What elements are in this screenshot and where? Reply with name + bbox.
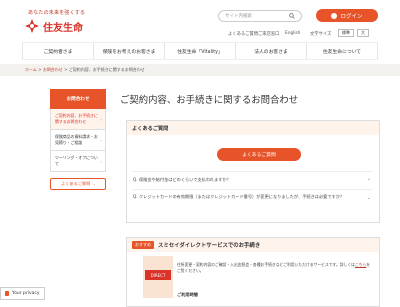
faq-panel: よくあるご質問 よくあるご質問 Q. 保険金や給付金はどのくらいで支払われますか…	[126, 120, 380, 223]
shield-icon	[5, 291, 9, 296]
sidebar: お問合わせ ご契約内容、お手続きに関するお問合わせ › 保険商品の資料請求・お見…	[50, 89, 106, 190]
logo[interactable]: 住友生命	[24, 18, 83, 34]
faq-question-2[interactable]: Q. クレジットカードの有効期限（またはクレジットカード番号）が変更になりました…	[133, 194, 353, 200]
faq-heading: よくあるご質問	[127, 121, 379, 135]
direct-service-link[interactable]: こちら	[355, 262, 366, 267]
chevron-right-icon: ›	[100, 117, 102, 122]
direct-service-image: DIRECT	[143, 256, 173, 298]
util-link-store[interactable]: ご来店窓口	[258, 31, 279, 37]
privacy-label: Your privacy	[12, 291, 40, 296]
sidebar-item-contract[interactable]: ご契約内容、お手続きに関するお問合わせ ›	[50, 109, 106, 130]
direct-service-heading: スミセイダイレクトサービスでのお手続き	[158, 243, 261, 249]
direct-service-description: 住所変更・契約内容のご確認・入出金照会・各種お手続きなどご利用いただけるサービス…	[177, 262, 373, 274]
login-button[interactable]: ログイン	[316, 9, 378, 22]
login-label: ログイン	[340, 13, 363, 20]
nav-item-prospects[interactable]: 保険をお考えのお客さま	[94, 43, 165, 59]
chevron-down-icon[interactable]: ⌄	[367, 176, 371, 182]
breadcrumb-contact[interactable]: お問合わせ	[43, 67, 63, 72]
tagline: あなたの未来を強くする	[28, 10, 86, 16]
font-size-label: 文字サイズ	[310, 32, 332, 37]
logo-text: 住友生命	[43, 22, 83, 34]
breadcrumb-separator: >	[64, 67, 68, 72]
nav-item-about[interactable]: 住友生命について	[307, 43, 378, 59]
search-input[interactable]: サイト内検索	[218, 10, 302, 22]
search-placeholder: サイト内検索	[225, 14, 252, 19]
direct-service-panel: おすすめ スミセイダイレクトサービスでのお手続き DIRECT 住所変更・契約内…	[126, 237, 380, 307]
description-text: 住所変更・契約内容のご確認・入出金照会・各種お手続きなどご利用いただけるサービス…	[177, 262, 355, 267]
font-size-large-button[interactable]: 大	[357, 29, 369, 37]
font-size-standard-button[interactable]: 標準	[338, 29, 354, 37]
util-link-faq[interactable]: よくあるご質問	[228, 31, 258, 37]
breadcrumb-current: ご契約内容、お手続きに関するお問合わせ	[68, 67, 145, 72]
direct-service-header: おすすめ スミセイダイレクトサービスでのお手続き	[127, 238, 379, 252]
direct-image-label: DIRECT	[145, 270, 171, 280]
sidebar-item-label: 保険商品の資料請求・お見積り・ご相談	[55, 134, 98, 145]
breadcrumb-bar: ホーム > お問合わせ > ご契約内容、お手続きに関するお問合わせ	[0, 64, 400, 76]
sidebar-item-touring[interactable]: ツーリング・オフについて ›	[50, 151, 106, 172]
recommended-badge: おすすめ	[132, 241, 154, 249]
chevron-right-icon: ›	[100, 138, 102, 143]
search-icon[interactable]	[289, 13, 295, 19]
usage-hours-heading: ご利用時間	[177, 292, 198, 297]
sidebar-faq-button[interactable]: よくあるご質問 ›	[50, 178, 106, 190]
chevron-right-icon: ›	[100, 159, 102, 164]
chevron-right-icon: ›	[93, 181, 95, 187]
breadcrumb: ホーム > お問合わせ > ご契約内容、お手続きに関するお問合わせ	[25, 67, 145, 73]
privacy-button[interactable]: Your privacy	[0, 287, 45, 300]
chevron-down-icon[interactable]: ⌄	[367, 195, 371, 201]
divider	[133, 171, 373, 172]
sidebar-faq-label: よくあるご質問	[60, 181, 91, 186]
nav-item-corporate[interactable]: 法人のお客さま	[236, 43, 307, 59]
nav-item-vitality[interactable]: 住友生命「Vitality」	[165, 43, 236, 59]
logo-mark-icon	[25, 19, 39, 33]
util-link-english[interactable]: English	[285, 31, 301, 36]
faq-question-1[interactable]: Q. 保険金や給付金はどのくらいで支払われますか？	[133, 177, 353, 183]
site-header: あなたの未来を強くする 住友生命 サイト内検索 ログイン よくあるご質問 ご来店…	[0, 0, 400, 44]
global-nav: ご契約者さま 保険をお考えのお客さま 住友生命「Vitality」 法人のお客さ…	[22, 42, 378, 60]
breadcrumb-home[interactable]: ホーム	[25, 67, 37, 72]
sidebar-item-label: ご契約内容、お手続きに関するお問合わせ	[55, 113, 98, 124]
faq-button[interactable]: よくあるご質問	[217, 148, 301, 161]
divider	[133, 189, 373, 190]
sidebar-item-label: ツーリング・オフについて	[55, 155, 98, 166]
nav-item-policyholders[interactable]: ご契約者さま	[22, 43, 94, 59]
user-icon	[331, 12, 338, 19]
breadcrumb-separator: >	[38, 67, 42, 72]
sidebar-item-products[interactable]: 保険商品の資料請求・お見積り・ご相談 ›	[50, 130, 106, 151]
page-title: ご契約内容、お手続きに関するお問合わせ	[120, 95, 299, 106]
sidebar-title[interactable]: お問合わせ	[50, 89, 106, 109]
